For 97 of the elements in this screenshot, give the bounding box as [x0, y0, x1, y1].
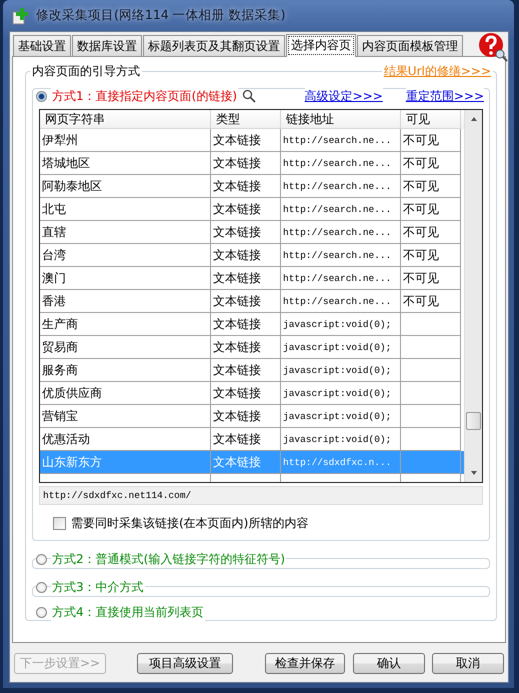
- table-row[interactable]: 台湾 文本链接 http://search.ne... 不可见: [40, 244, 464, 267]
- table-cell: javascript:void(0);: [281, 313, 401, 336]
- table-cell: 北屯: [40, 198, 211, 221]
- table-row[interactable]: 澳门 文本链接 http://search.ne... 不可见: [40, 267, 464, 290]
- table-cell: javascript:void(0);: [281, 359, 401, 382]
- table-cell: 文本链接: [211, 382, 281, 405]
- table-cell: 生产商: [40, 313, 211, 336]
- table-cell: 营销宝: [40, 405, 211, 428]
- table-cell: 文本链接: [211, 152, 281, 175]
- window-title: 修改采集项目(网络114 一体相册 数据采集): [36, 7, 286, 24]
- add-document-icon: [11, 6, 31, 24]
- dialog-button[interactable]: 确认: [353, 652, 425, 674]
- tab[interactable]: 数据库设置: [72, 35, 142, 56]
- method-label: 方式3：中介方式: [51, 578, 145, 596]
- table-row[interactable]: 营销宝 文本链接 javascript:void(0);: [40, 405, 464, 428]
- table-cell: http://search.ne...: [281, 129, 401, 152]
- table-cell: 香港: [40, 290, 211, 313]
- table-cell: 不可见: [403, 154, 439, 172]
- dialog-button[interactable]: 项目高级设置: [137, 652, 233, 674]
- table-cell: 不可见: [403, 246, 439, 264]
- table-row[interactable]: 伊犁州 文本链接 http://search.ne... 不可见: [40, 129, 464, 152]
- table-cell: 不可见: [403, 200, 439, 218]
- table-cell: http://search.ne...: [281, 175, 401, 198]
- scroll-down-icon[interactable]: [470, 470, 478, 476]
- tab[interactable]: 标题列表页及其翻页设置: [143, 35, 285, 56]
- table-row[interactable]: 北屯 文本链接 http://search.ne... 不可见: [40, 198, 464, 221]
- table-cell: 不可见: [403, 178, 439, 194]
- table-cell: javascript:void(0);: [281, 336, 401, 359]
- radio-button[interactable]: [36, 606, 47, 618]
- column-header[interactable]: 类型: [211, 110, 281, 129]
- table-cell: 不可见: [403, 132, 439, 148]
- table-cell: 文本链接: [211, 359, 281, 382]
- method-label: 方式2：普通模式(输入链接字符的特征符号): [51, 550, 286, 568]
- table-cell: http://search.ne...: [281, 198, 401, 221]
- table-cell: 直辖: [40, 221, 211, 244]
- table-cell: http://search.ne...: [281, 152, 401, 175]
- scrollbar[interactable]: [464, 110, 482, 482]
- table-cell: 文本链接: [211, 336, 281, 359]
- table-row[interactable]: 优质供应商 文本链接 javascript:void(0);: [40, 382, 464, 405]
- settings-link[interactable]: 重定范围>>>: [406, 88, 484, 104]
- table-row[interactable]: 香港 文本链接 http://search.ne... 不可见: [40, 290, 464, 313]
- table-row[interactable]: 直辖 文本链接 http://search.ne... 不可见: [40, 221, 464, 244]
- table-cell: 台湾: [40, 244, 211, 267]
- checkbox-label: 需要同时采集该链接(在本页面内)所辖的内容: [71, 515, 308, 532]
- table-cell: 塔城地区: [40, 152, 211, 175]
- url-field[interactable]: http://sdxdfxc.net114.com/: [39, 486, 483, 505]
- scroll-thumb[interactable]: [466, 412, 481, 430]
- table-cell: javascript:void(0);: [281, 382, 401, 405]
- table-cell: 山东新东方: [40, 451, 211, 474]
- table-cell: 文本链接: [211, 290, 281, 313]
- dialog-button[interactable]: 检查并保存: [265, 652, 345, 674]
- table-cell: 伊犁州: [40, 129, 211, 152]
- table-cell: 文本链接: [211, 451, 281, 474]
- table-row[interactable]: 服务商 文本链接 javascript:void(0);: [40, 359, 464, 382]
- column-header[interactable]: 链接地址: [281, 110, 401, 129]
- radio-button[interactable]: [36, 554, 47, 564]
- table-cell: 不可见: [403, 270, 439, 286]
- tab[interactable]: 选择内容页: [286, 34, 356, 57]
- column-header[interactable]: 可见: [401, 110, 461, 129]
- group-title: 内容页面的引导方式: [30, 63, 142, 80]
- table-row[interactable]: 塔城地区 文本链接 http://search.ne... 不可见: [40, 152, 464, 175]
- table-cell: 文本链接: [211, 175, 281, 198]
- table-cell: 优质供应商: [40, 382, 211, 405]
- table-cell: 文本链接: [211, 313, 281, 336]
- method-label: 方式4：直接使用当前列表页: [51, 604, 205, 620]
- table-cell: 不可见: [403, 224, 439, 240]
- table-cell: javascript:void(0);: [281, 405, 401, 428]
- radio-button[interactable]: [36, 90, 47, 102]
- tab[interactable]: 基础设置: [13, 35, 71, 56]
- table-cell: http://search.ne...: [281, 290, 401, 313]
- scroll-up-icon[interactable]: [470, 116, 478, 122]
- table-cell: 文本链接: [211, 244, 281, 267]
- table-cell: 不可见: [403, 292, 439, 310]
- table-cell: 文本链接: [211, 405, 281, 428]
- table-cell: http://search.ne...: [281, 221, 401, 244]
- table-cell: 贸易商: [40, 336, 211, 359]
- table-cell: 文本链接: [211, 221, 281, 244]
- radio-button[interactable]: [36, 582, 47, 592]
- table-cell: 服务商: [40, 359, 211, 382]
- table-cell: 澳门: [40, 267, 211, 290]
- method-label: 方式1：直接指定内容页面(的链接): [51, 88, 238, 104]
- table-cell: 文本链接: [211, 198, 281, 221]
- dialog-button[interactable]: 取消: [432, 652, 504, 674]
- table-cell: http://search.ne...: [281, 244, 401, 267]
- checkbox[interactable]: [53, 517, 66, 530]
- table-cell: http://search.ne...: [281, 267, 401, 290]
- tab[interactable]: 内容页面模板管理: [357, 35, 463, 56]
- table-cell: 文本链接: [211, 129, 281, 152]
- column-header[interactable]: 网页字符串: [40, 110, 211, 129]
- table-cell: 文本链接: [211, 267, 281, 290]
- table-row[interactable]: 阿勒泰地区 文本链接 http://search.ne... 不可见: [40, 175, 464, 198]
- settings-link[interactable]: 高级设定>>>: [304, 88, 383, 104]
- table-cell: http://sdxdfxc.n...: [281, 451, 401, 474]
- table-row[interactable]: 贸易商 文本链接 javascript:void(0);: [40, 336, 464, 359]
- table-row[interactable]: 生产商 文本链接 javascript:void(0);: [40, 313, 464, 336]
- table-cell: 阿勒泰地区: [40, 175, 211, 198]
- search-icon[interactable]: [242, 89, 256, 103]
